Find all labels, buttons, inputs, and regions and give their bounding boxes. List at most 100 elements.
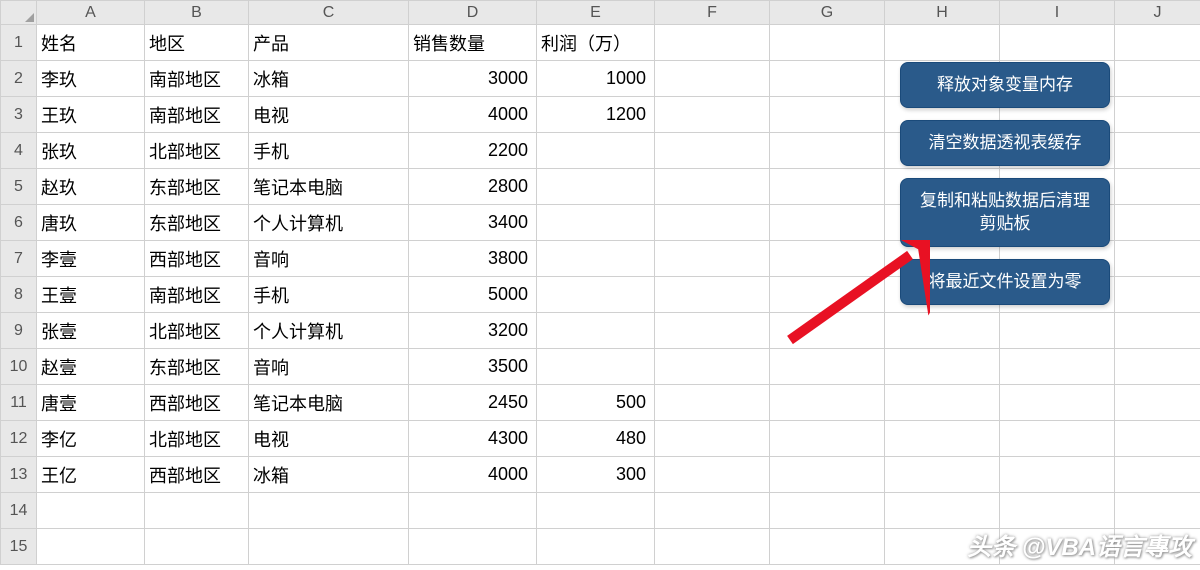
cell[interactable]: 手机	[249, 133, 409, 169]
cell[interactable]	[770, 313, 885, 349]
cell[interactable]	[1000, 493, 1115, 529]
cell[interactable]: 2800	[409, 169, 537, 205]
cell[interactable]: 1000	[537, 61, 655, 97]
cell[interactable]	[1115, 133, 1200, 169]
col-header-D[interactable]: D	[409, 1, 537, 25]
cell[interactable]: 3400	[409, 205, 537, 241]
cell[interactable]: 李亿	[37, 421, 145, 457]
cell[interactable]	[1115, 61, 1200, 97]
cell[interactable]: 利润（万）	[537, 25, 655, 61]
cell[interactable]: 4000	[409, 97, 537, 133]
select-all-corner[interactable]	[1, 1, 37, 25]
cell[interactable]	[37, 493, 145, 529]
cell[interactable]: 南部地区	[145, 277, 249, 313]
cell[interactable]	[655, 529, 770, 565]
row-header[interactable]: 10	[1, 349, 37, 385]
cell[interactable]	[1115, 493, 1200, 529]
cell[interactable]	[655, 313, 770, 349]
column-header-row[interactable]: A B C D E F G H I J	[1, 1, 1200, 25]
clear-clipboard-button[interactable]: 复制和粘贴数据后清理剪贴板	[900, 178, 1110, 248]
row-header[interactable]: 15	[1, 529, 37, 565]
cell[interactable]	[885, 385, 1000, 421]
cell[interactable]: 李壹	[37, 241, 145, 277]
cell[interactable]	[655, 25, 770, 61]
release-object-vars-button[interactable]: 释放对象变量内存	[900, 62, 1110, 108]
cell[interactable]: 1200	[537, 97, 655, 133]
cell[interactable]	[770, 61, 885, 97]
cell[interactable]	[1115, 25, 1200, 61]
cell[interactable]	[770, 529, 885, 565]
row-header[interactable]: 8	[1, 277, 37, 313]
cell[interactable]	[655, 493, 770, 529]
cell[interactable]	[655, 277, 770, 313]
cell[interactable]	[885, 493, 1000, 529]
cell[interactable]	[1000, 457, 1115, 493]
col-header-H[interactable]: H	[885, 1, 1000, 25]
cell[interactable]: 南部地区	[145, 61, 249, 97]
cell[interactable]	[537, 241, 655, 277]
cell[interactable]: 地区	[145, 25, 249, 61]
cell[interactable]: 西部地区	[145, 385, 249, 421]
cell[interactable]: 2450	[409, 385, 537, 421]
col-header-F[interactable]: F	[655, 1, 770, 25]
cell[interactable]: 4000	[409, 457, 537, 493]
cell[interactable]: 东部地区	[145, 169, 249, 205]
cell[interactable]: 音响	[249, 349, 409, 385]
cell[interactable]	[770, 421, 885, 457]
cell[interactable]: 4300	[409, 421, 537, 457]
cell[interactable]	[655, 133, 770, 169]
cell[interactable]: 电视	[249, 421, 409, 457]
cell[interactable]: 2200	[409, 133, 537, 169]
cell[interactable]	[1115, 277, 1200, 313]
cell[interactable]	[537, 529, 655, 565]
cell[interactable]	[655, 349, 770, 385]
cell[interactable]	[1000, 421, 1115, 457]
cell[interactable]	[770, 25, 885, 61]
cell[interactable]: 冰箱	[249, 61, 409, 97]
cell[interactable]: 笔记本电脑	[249, 385, 409, 421]
cell[interactable]: 唐壹	[37, 385, 145, 421]
row-header[interactable]: 11	[1, 385, 37, 421]
cell[interactable]	[145, 493, 249, 529]
cell[interactable]: 个人计算机	[249, 313, 409, 349]
cell[interactable]: 480	[537, 421, 655, 457]
reset-recent-files-button[interactable]: 将最近文件设置为零	[900, 259, 1110, 305]
cell[interactable]: 张玖	[37, 133, 145, 169]
cell[interactable]	[537, 205, 655, 241]
cell[interactable]	[655, 421, 770, 457]
row-header[interactable]: 7	[1, 241, 37, 277]
cell[interactable]: 赵玖	[37, 169, 145, 205]
cell[interactable]: 唐玖	[37, 205, 145, 241]
cell[interactable]	[1115, 241, 1200, 277]
col-header-I[interactable]: I	[1000, 1, 1115, 25]
cell[interactable]	[409, 493, 537, 529]
cell[interactable]: 产品	[249, 25, 409, 61]
row-header[interactable]: 1	[1, 25, 37, 61]
row-header[interactable]: 14	[1, 493, 37, 529]
cell[interactable]	[770, 169, 885, 205]
cell[interactable]	[770, 241, 885, 277]
cell[interactable]	[770, 385, 885, 421]
cell[interactable]	[770, 97, 885, 133]
cell[interactable]	[770, 205, 885, 241]
cell[interactable]	[655, 61, 770, 97]
cell[interactable]	[145, 529, 249, 565]
col-header-A[interactable]: A	[37, 1, 145, 25]
cell[interactable]	[1115, 349, 1200, 385]
cell[interactable]: 李玖	[37, 61, 145, 97]
cell[interactable]	[1115, 169, 1200, 205]
cell[interactable]: 3800	[409, 241, 537, 277]
cell[interactable]	[1115, 457, 1200, 493]
cell[interactable]	[885, 457, 1000, 493]
cell[interactable]: 西部地区	[145, 241, 249, 277]
row-header[interactable]: 5	[1, 169, 37, 205]
cell[interactable]	[655, 457, 770, 493]
cell[interactable]: 500	[537, 385, 655, 421]
cell[interactable]: 销售数量	[409, 25, 537, 61]
cell[interactable]: 个人计算机	[249, 205, 409, 241]
cell[interactable]	[1000, 385, 1115, 421]
cell[interactable]	[537, 313, 655, 349]
cell[interactable]	[655, 169, 770, 205]
col-header-J[interactable]: J	[1115, 1, 1200, 25]
cell[interactable]: 300	[537, 457, 655, 493]
